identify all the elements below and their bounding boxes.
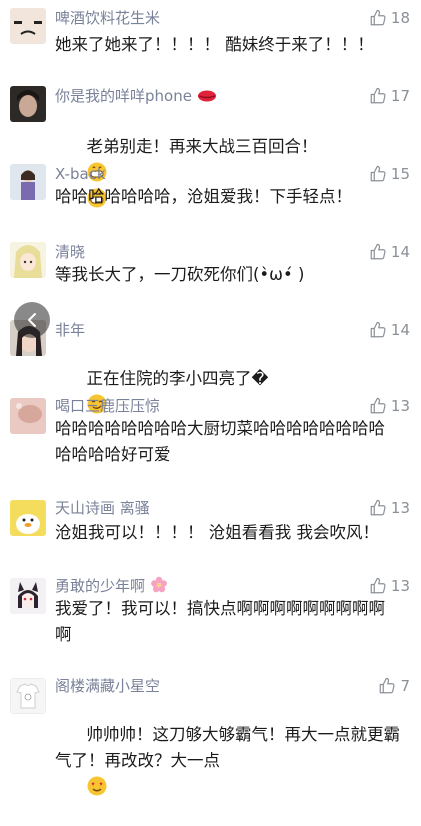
duck-avatar-icon — [10, 500, 46, 536]
like-button[interactable]: 13 — [369, 498, 410, 518]
comment-text: 帅帅帅！这刀够大够霸气！再大一点就更霸气了！再改改？大一点 — [55, 696, 400, 826]
thumbs-up-icon — [370, 577, 386, 594]
avatar[interactable] — [10, 8, 46, 44]
thumbs-up-icon — [370, 87, 386, 104]
girl-photo-icon — [10, 164, 46, 200]
comment-author[interactable]: 你是我的咩咩phone — [55, 86, 217, 106]
comment-text: 等我长大了，一刀砍死你们(•̀ω•́ ) — [55, 265, 305, 284]
like-button[interactable]: 14 — [369, 242, 410, 262]
like-count: 7 — [400, 677, 410, 695]
face-avatar-icon — [10, 8, 46, 44]
avatar[interactable] — [10, 86, 46, 122]
lips-emoji-icon — [197, 90, 216, 102]
person-photo-icon — [10, 86, 46, 122]
comment-author[interactable]: 啤酒饮料花生米 — [55, 8, 160, 28]
comment-text: 她来了她来了！！！！ 酷妹终于来了！！！ — [55, 35, 374, 54]
like-count: 14 — [390, 243, 410, 261]
like-count: 15 — [390, 165, 410, 183]
comment-author[interactable]: 勇敢的少年啊 — [55, 576, 168, 596]
like-button[interactable]: 13 — [369, 396, 410, 416]
like-count: 14 — [390, 321, 410, 339]
back-button[interactable] — [14, 302, 50, 338]
comment-text: 沧姐我可以！！！！ 沧姐看看我 我会吹风！ — [55, 523, 379, 542]
pink-photo-icon — [10, 398, 46, 434]
comment-text: 哈哈哈哈哈哈哈，沧姐爱我！下手轻点！ — [55, 187, 352, 206]
avatar[interactable] — [10, 242, 46, 278]
comment-author[interactable]: 清晓 — [55, 242, 85, 262]
like-count: 17 — [390, 87, 410, 105]
like-button[interactable]: 13 — [369, 576, 410, 596]
thumbs-up-icon — [380, 677, 395, 694]
thumbs-up-icon — [370, 9, 386, 26]
cat-girl-avatar-icon — [10, 578, 46, 614]
comment-author[interactable]: X-back — [55, 164, 106, 184]
anime-avatar-icon — [10, 242, 46, 278]
avatar[interactable] — [10, 500, 46, 536]
comment-author[interactable]: 喝口三鹿压压惊 — [55, 396, 160, 416]
like-count: 13 — [390, 577, 410, 595]
shirt-avatar-icon — [10, 678, 46, 714]
thumbs-up-icon — [370, 499, 386, 516]
cherry-blossom-icon — [150, 576, 167, 593]
avatar[interactable] — [10, 678, 46, 714]
like-button[interactable]: 14 — [369, 320, 410, 340]
like-count: 18 — [390, 9, 410, 27]
chevron-left-icon — [28, 313, 36, 327]
comment-author[interactable]: 阁楼满藏小星空 — [55, 676, 160, 696]
avatar[interactable] — [10, 398, 46, 434]
like-button[interactable]: 18 — [369, 8, 410, 28]
thumbs-up-icon — [370, 321, 386, 338]
heart-eyes-emoji-icon — [87, 776, 107, 796]
like-count: 13 — [390, 499, 410, 517]
avatar[interactable] — [10, 164, 46, 200]
comment-text: 老弟别走！再来大战三百回合！ — [55, 108, 400, 238]
thumbs-up-icon — [370, 397, 386, 414]
comment-text: 哈哈哈哈哈哈哈哈大厨切菜哈哈哈哈哈哈哈哈哈哈哈哈好可爱 — [55, 419, 385, 464]
thumbs-up-icon — [370, 165, 386, 182]
like-button[interactable]: 15 — [369, 164, 410, 184]
comment-author[interactable]: 非年 — [55, 320, 85, 340]
avatar[interactable] — [10, 578, 46, 614]
like-button[interactable]: 7 — [378, 676, 410, 696]
thumbs-up-icon — [370, 243, 386, 260]
like-button[interactable]: 17 — [369, 86, 410, 106]
like-count: 13 — [390, 397, 410, 415]
comment-author[interactable]: 天山诗画 离骚 — [55, 498, 150, 518]
comment-text: 我爱了！我可以！搞快点啊啊啊啊啊啊啊啊啊啊 — [55, 599, 385, 644]
